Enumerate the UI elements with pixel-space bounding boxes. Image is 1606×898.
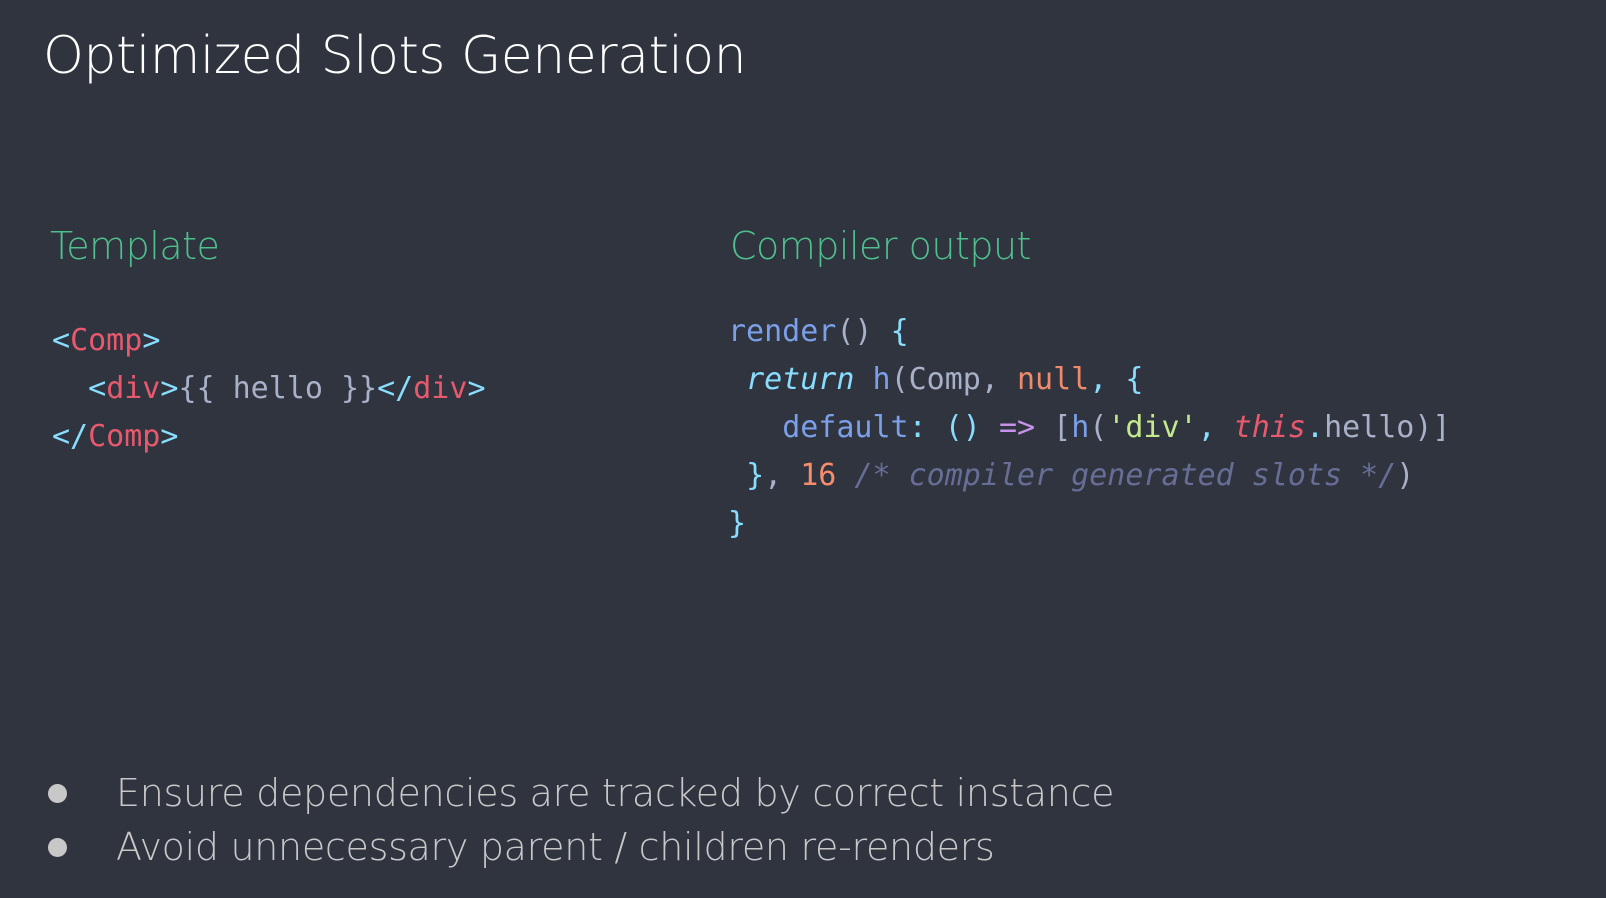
code-token-plain: () [836,314,891,349]
code-token-punct: () [944,410,999,445]
code-token-text: {{ hello }} [178,371,378,406]
code-token-kw: return [746,362,855,397]
code-token-punct: </ [377,371,414,406]
code-line: render() { [728,308,1451,356]
code-line: return h(Comp, null, { [728,356,1451,404]
code-token-punct: > [467,371,486,406]
code-token-null: null [1017,362,1090,397]
code-token-punct: . [1306,410,1325,445]
code-token-prop: default [782,410,909,445]
code-token-fn: h [872,362,891,397]
code-token-comment: /* compiler generated slots */ [854,458,1397,493]
code-token-punct: } [728,506,747,541]
code-token-punct: < [88,371,107,406]
bullet-list: Ensure dependencies are tracked by corre… [48,766,1115,874]
code-token-punct: > [142,323,161,358]
compiler-output-heading: Compiler output [730,224,1031,268]
code-token-punct: < [52,323,71,358]
code-token-plain: ) [1396,458,1415,493]
code-token-fn: render [728,314,837,349]
code-token-tag: div [106,371,161,406]
code-token-tag: Comp [88,419,161,454]
code-line: <div>{{ hello }}</div> [52,365,486,413]
code-token-arrow: => [998,410,1036,445]
code-token-punct: { [890,314,909,349]
code-token-tag: div [413,371,468,406]
code-token-punct: > [160,371,179,406]
compiler-output-code-block: render() { return h(Comp, null, { defaul… [728,308,1451,548]
code-token-punct: </ [52,419,89,454]
code-line: <Comp> [52,317,486,365]
code-token-punct: : [908,410,945,445]
code-line: }, 16 /* compiler generated slots */) [728,452,1451,500]
bullet-item: Ensure dependencies are tracked by corre… [48,766,1115,820]
code-line: </Comp> [52,413,486,461]
code-token-plain: , [764,458,801,493]
code-line: } [728,500,1451,548]
code-token-plain: hello)] [1324,410,1451,445]
slide-title: Optimized Slots Generation [43,26,747,86]
code-token-fn: h [1071,410,1090,445]
bullet-dot-icon [48,838,67,857]
bullet-item: Avoid unnecessary parent / children re-r… [48,820,1114,874]
code-line: default: () => [h('div', this.hello)] [728,404,1451,452]
template-code-block: <Comp> <div>{{ hello }}</div> </Comp> [52,317,486,461]
code-token-plain: ( [1089,410,1108,445]
bullet-text: Avoid unnecessary parent / children re-r… [116,825,995,869]
code-token-str: 'div' [1107,410,1198,445]
code-token-punct: } [746,458,765,493]
template-heading: Template [50,224,220,268]
bullet-text: Ensure dependencies are tracked by corre… [116,771,1115,815]
code-token-punct: { [1125,362,1144,397]
code-token-plain: [ [1035,410,1072,445]
code-token-punct: > [160,419,179,454]
code-token-punct: , [1089,362,1126,397]
code-token-tag: Comp [70,323,143,358]
code-token-punct: , [1197,410,1234,445]
code-token-this: this [1233,410,1306,445]
code-token-num: 16 [800,458,837,493]
bullet-dot-icon [48,784,67,803]
code-token-plain: (Comp, [890,362,1017,397]
